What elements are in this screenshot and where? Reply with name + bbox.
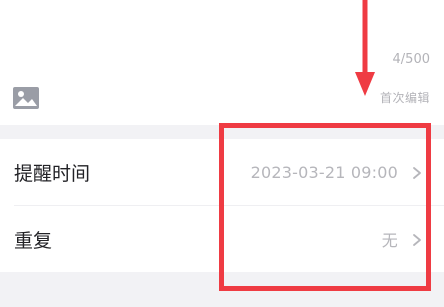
repeat-value: 无 [381, 231, 398, 250]
repeat-label: 重复 [14, 229, 53, 252]
remind-time-label: 提醒时间 [14, 162, 91, 185]
first-edit-label: 首次编辑 [379, 91, 430, 105]
remind-time-row[interactable]: 提醒时间 2023-03-21 09:00 [0, 139, 444, 205]
note-editor-area[interactable]: 4/500 首次编辑 [0, 0, 444, 125]
image-icon[interactable] [13, 87, 39, 109]
char-count: 4/500 [392, 52, 430, 67]
settings-list: 提醒时间 2023-03-21 09:00 重复 无 [0, 139, 444, 272]
chevron-right-icon [410, 232, 424, 246]
remind-time-value: 2023-03-21 09:00 [250, 162, 398, 182]
section-separator [0, 125, 444, 139]
repeat-row[interactable]: 重复 无 [0, 206, 444, 272]
reminder-edit-screen: 4/500 首次编辑 提醒时间 2023-03-21 09:00 重复 无 [0, 0, 444, 307]
chevron-right-icon [410, 165, 424, 179]
bottom-separator [0, 272, 444, 307]
